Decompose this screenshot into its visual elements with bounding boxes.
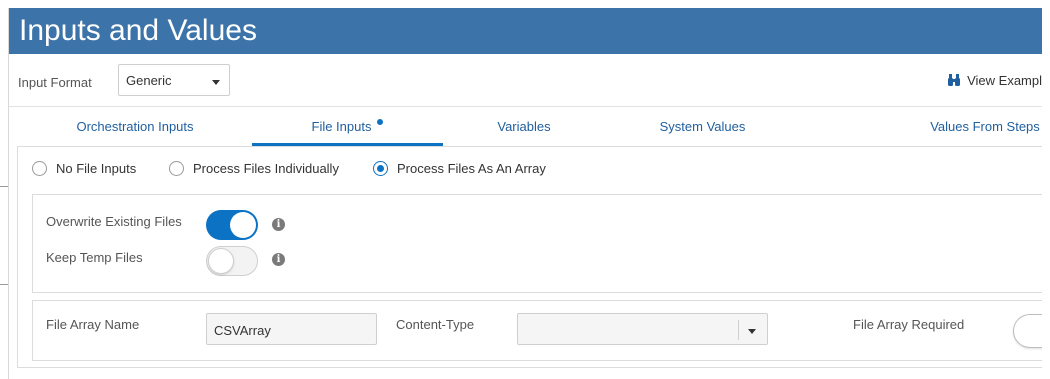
background-line xyxy=(0,284,8,285)
overwrite-existing-label: Overwrite Existing Files xyxy=(46,214,182,229)
view-examples-label: View Exampl xyxy=(967,73,1042,88)
keep-temp-toggle[interactable] xyxy=(206,246,258,276)
file-array-required-toggle[interactable] xyxy=(1013,314,1042,348)
radio-no-file-inputs[interactable]: No File Inputs xyxy=(32,161,136,176)
content-type-label: Content-Type xyxy=(396,317,475,332)
overwrite-existing-toggle[interactable] xyxy=(206,210,258,240)
inputs-and-values-panel: Inputs and Values Input Format Generic V… xyxy=(8,8,1042,379)
file-array-required-label: File Array Required xyxy=(853,317,965,332)
caret-down-icon xyxy=(212,80,220,85)
select-separator xyxy=(738,320,739,340)
radio-label: No File Inputs xyxy=(56,161,137,176)
input-format-value: Generic xyxy=(126,73,172,88)
tab-label: System Values xyxy=(659,119,746,134)
radio-circle-selected xyxy=(373,161,388,176)
file-options-box: Overwrite Existing Files i Keep Temp Fil… xyxy=(32,194,1042,293)
info-icon[interactable]: i xyxy=(272,253,285,266)
toggle-knob xyxy=(208,248,234,274)
radio-process-files-individually[interactable]: Process Files Individually xyxy=(169,161,339,176)
file-inputs-content: No File Inputs Process Files Individuall… xyxy=(17,146,1042,368)
radio-process-files-as-array[interactable]: Process Files As An Array xyxy=(373,161,546,176)
file-array-name-input[interactable]: CSVArray xyxy=(206,313,377,345)
input-format-label: Input Format xyxy=(18,75,92,90)
keep-temp-label: Keep Temp Files xyxy=(46,250,143,265)
input-format-select[interactable]: Generic xyxy=(118,64,230,96)
radio-label: Process Files Individually xyxy=(193,161,339,176)
tab-variables[interactable]: Variables xyxy=(475,108,573,146)
binoculars-icon xyxy=(948,74,961,86)
tab-orchestration-inputs[interactable]: Orchestration Inputs xyxy=(51,108,219,146)
radio-circle xyxy=(169,161,184,176)
tab-system-values[interactable]: System Values xyxy=(635,108,770,146)
divider xyxy=(9,106,1042,107)
file-array-name-value: CSVArray xyxy=(214,323,271,338)
tab-label: File Inputs xyxy=(311,119,372,134)
background-line xyxy=(0,186,8,187)
content-type-select[interactable] xyxy=(517,313,768,345)
file-array-box: File Array Name CSVArray Content-Type Fi… xyxy=(32,300,1042,361)
toggle-knob xyxy=(230,212,256,238)
file-array-name-label: File Array Name xyxy=(46,317,140,332)
caret-down-icon xyxy=(748,329,756,334)
radio-label: Process Files As An Array xyxy=(397,161,546,176)
tab-label: Values From Steps xyxy=(930,119,1040,134)
radio-circle xyxy=(32,161,47,176)
status-dot-icon xyxy=(377,119,384,125)
input-format-row: Input Format Generic View Exampl xyxy=(9,64,1042,100)
tab-file-inputs[interactable]: File Inputs xyxy=(252,108,443,146)
tab-values-from-steps[interactable]: Values From Steps xyxy=(915,108,1042,146)
tab-label: Variables xyxy=(497,119,551,134)
panel-title: Inputs and Values xyxy=(9,8,1042,54)
view-examples-link[interactable]: View Exampl xyxy=(947,73,1042,88)
tab-bar: Orchestration Inputs File Inputs Variabl… xyxy=(9,108,1042,146)
tab-label: Orchestration Inputs xyxy=(76,119,194,134)
info-icon[interactable]: i xyxy=(272,218,285,231)
